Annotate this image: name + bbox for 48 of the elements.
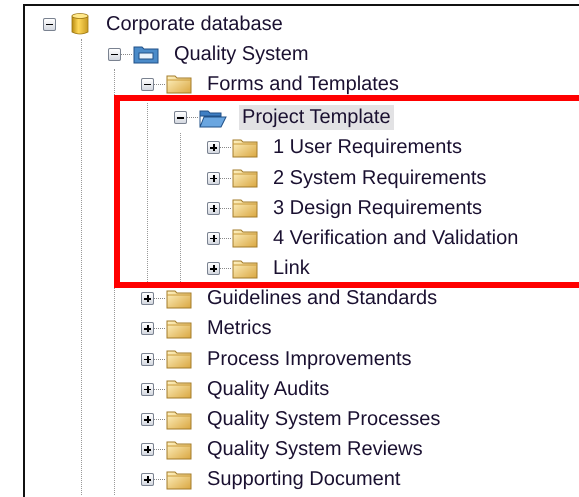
folder-icon (232, 228, 258, 248)
folder-icon (166, 410, 192, 430)
tree-item[interactable]: Link (270, 256, 313, 282)
folder-icon (232, 198, 258, 218)
tree-item[interactable]: 2 System Requirements (270, 166, 490, 191)
expand-toggle[interactable] (141, 382, 154, 396)
collapse-toggle[interactable] (141, 78, 154, 91)
tree-item[interactable]: Process Improvements (204, 346, 415, 372)
collapse-toggle[interactable] (108, 48, 121, 61)
tree-item[interactable]: 4 Verification and Validation (270, 226, 522, 251)
folder-icon (166, 318, 192, 339)
expand-toggle[interactable] (141, 292, 154, 306)
tree-item[interactable]: 1 User Requirements (270, 135, 465, 160)
tree-item[interactable]: Project Template (239, 105, 394, 130)
tree-item[interactable]: Quality System Reviews (204, 437, 426, 462)
folder-icon (232, 258, 258, 279)
folder-icon (232, 138, 258, 158)
expand-toggle[interactable] (207, 172, 220, 185)
collapse-toggle[interactable] (43, 18, 56, 31)
tree-item[interactable]: Quality System Processes (204, 407, 444, 432)
expand-toggle[interactable] (141, 352, 154, 366)
tree-item[interactable]: Guidelines and Standards (204, 286, 440, 312)
expand-toggle[interactable] (141, 413, 154, 426)
folder-icon (166, 470, 192, 490)
tree-item[interactable]: Supporting Document (204, 467, 404, 492)
folder-icon (166, 440, 192, 460)
expand-toggle[interactable] (207, 141, 220, 154)
database-icon (71, 12, 89, 36)
folder-icon (166, 288, 192, 309)
expand-toggle[interactable] (207, 262, 220, 276)
tree-item[interactable]: Corporate database (103, 12, 286, 37)
folder-icon (166, 379, 192, 400)
folder-icon (133, 44, 159, 64)
folder-icon (232, 168, 258, 188)
collapse-toggle[interactable] (174, 111, 187, 124)
expand-toggle[interactable] (141, 443, 154, 456)
open-folder-icon (199, 108, 227, 128)
expand-toggle[interactable] (141, 473, 154, 486)
folder-icon (166, 74, 192, 94)
tree-item[interactable]: Forms and Templates (204, 72, 402, 97)
tree-item[interactable]: Quality System (171, 42, 312, 67)
expand-toggle[interactable] (207, 202, 220, 215)
tree-item[interactable]: Quality Audits (204, 376, 332, 402)
folder-icon (166, 349, 192, 370)
tree-item[interactable]: 3 Design Requirements (270, 196, 485, 221)
expand-toggle[interactable] (207, 232, 220, 245)
tree-item[interactable]: Metrics (204, 316, 274, 342)
expand-toggle[interactable] (141, 322, 154, 336)
